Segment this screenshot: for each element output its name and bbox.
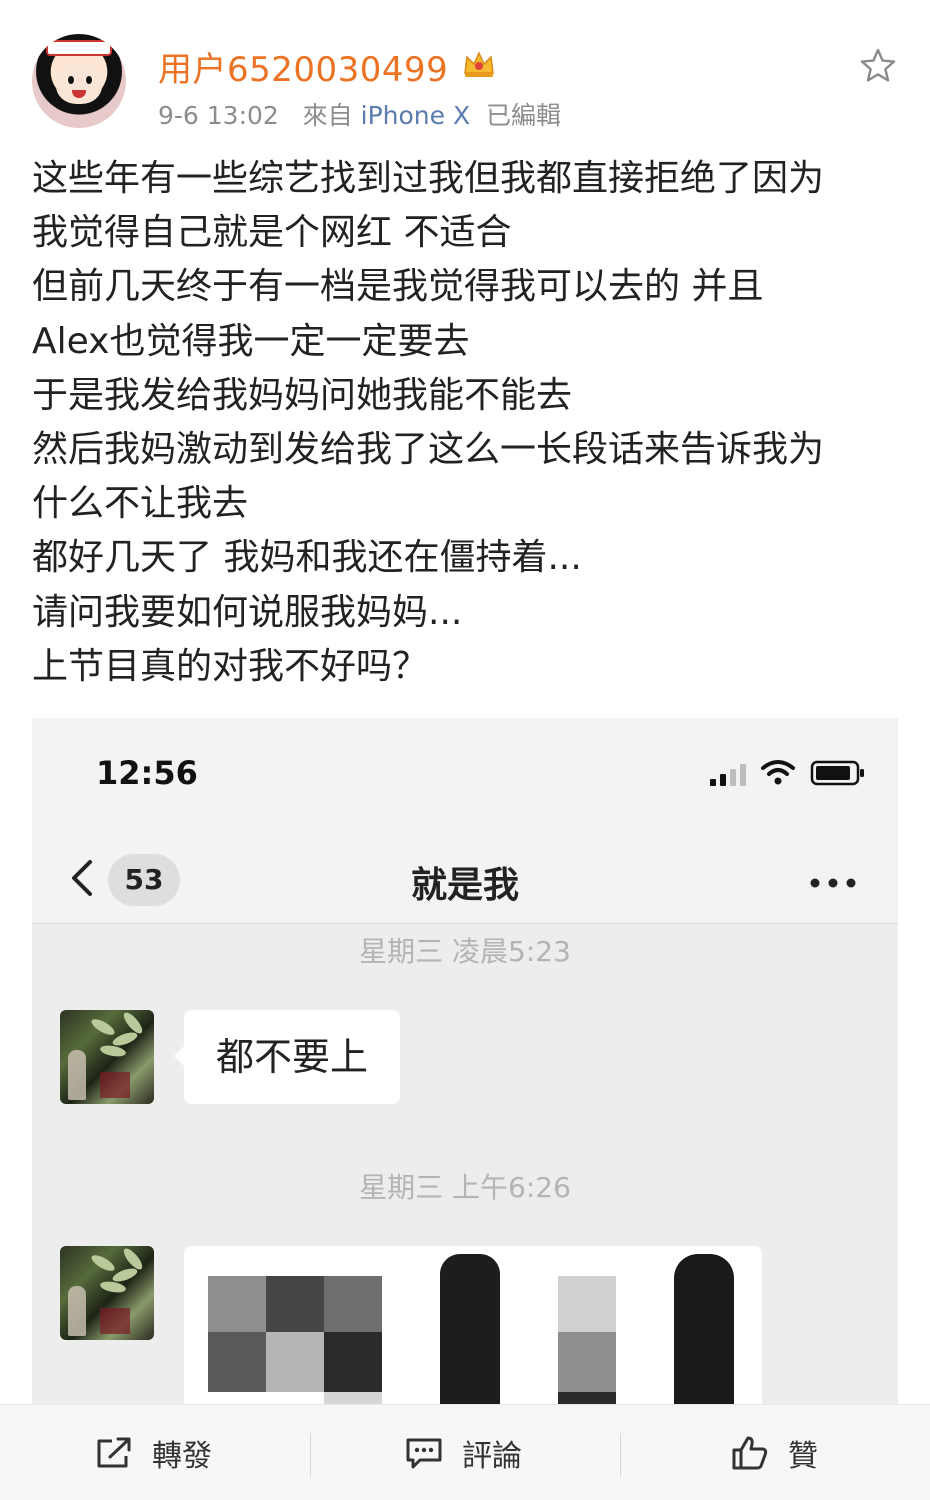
post-line: 于是我发给我妈妈问她我能不能去 — [32, 374, 573, 416]
post-line: 这些年有一些综艺找到过我但我都直接拒绝了因为 — [32, 158, 825, 199]
post-meta: 9-6 13:02 來自 iPhone X 已編輯 — [158, 96, 561, 132]
signal-icon — [710, 764, 746, 786]
post-line: 上节目真的对我不好吗？ — [32, 645, 429, 687]
post-line: 请问我要如何说服我妈妈... — [32, 591, 463, 633]
post-line: 然后我妈激动到发给我了这么一长段话来告诉我为 — [32, 429, 825, 471]
repost-label: 轉發 — [152, 1439, 212, 1474]
chat-navbar: 53 就是我 — [32, 828, 898, 924]
message-bubble: 都不要上 — [174, 1010, 400, 1104]
user-avatar[interactable] — [32, 34, 126, 128]
username[interactable]: 用户6520030499 — [158, 42, 448, 91]
battery-icon — [810, 760, 864, 786]
comment-button[interactable]: 評論 — [404, 1405, 522, 1500]
edited-label[interactable]: 已編輯 — [486, 101, 561, 130]
contact-avatar — [60, 1010, 154, 1104]
comment-icon — [406, 1438, 442, 1469]
like-button[interactable]: 贊 — [730, 1405, 818, 1500]
pixelated-message-bubble — [184, 1246, 762, 1418]
post-line: 什么不让我去 — [32, 483, 249, 525]
action-bar: 轉發 評論 贊 — [0, 1404, 930, 1500]
post-time: 9-6 13:02 — [158, 101, 279, 130]
crown-badge-icon[interactable] — [462, 49, 496, 79]
from-label: 來自 — [302, 101, 353, 130]
phone-status-bar: 12:56 — [32, 718, 898, 828]
post-line: 都好几天了 我妈和我还在僵持着... — [32, 537, 582, 579]
avatar-face — [56, 64, 102, 104]
favorite-star-icon[interactable] — [858, 46, 898, 86]
wifi-icon — [761, 760, 795, 785]
post-text: 这些年有一些综艺找到过我但我都直接拒绝了因为 我觉得自己就是个网红 不适合 但前… — [32, 152, 902, 694]
comment-label: 評論 — [462, 1439, 522, 1474]
chat-time-label: 星期三 上午6:26 — [359, 1171, 571, 1204]
avatar-eye — [68, 76, 74, 84]
post-line: 我觉得自己就是个网红 不适合 — [32, 212, 512, 254]
attached-chat-screenshot[interactable]: 12:56 53 就是我 星期三 凌晨5:23 都不要上 星期三 上午6:26 — [32, 718, 898, 1418]
action-divider — [620, 1433, 621, 1477]
chat-time-label: 星期三 凌晨5:23 — [359, 935, 571, 968]
more-options-icon[interactable] — [810, 878, 856, 888]
avatar-eye — [86, 76, 92, 84]
contact-avatar — [60, 1246, 154, 1340]
post-line: Alex也觉得我一定一定要去 — [32, 320, 470, 362]
like-label: 贊 — [788, 1439, 818, 1474]
avatar-headband — [46, 40, 112, 56]
thumbs-up-icon — [732, 1436, 768, 1470]
post-line: 但前几天终于有一档是我觉得我可以去的 并且 — [32, 266, 764, 308]
share-icon — [97, 1437, 131, 1468]
action-divider — [310, 1433, 311, 1477]
status-clock: 12:56 — [96, 754, 198, 792]
repost-button[interactable]: 轉發 — [94, 1405, 212, 1500]
device-link[interactable]: iPhone X — [361, 101, 470, 130]
post-header: 用户6520030499 9-6 13:02 來自 iPhone X 已編輯 — [0, 0, 930, 140]
chat-title: 就是我 — [410, 865, 519, 906]
